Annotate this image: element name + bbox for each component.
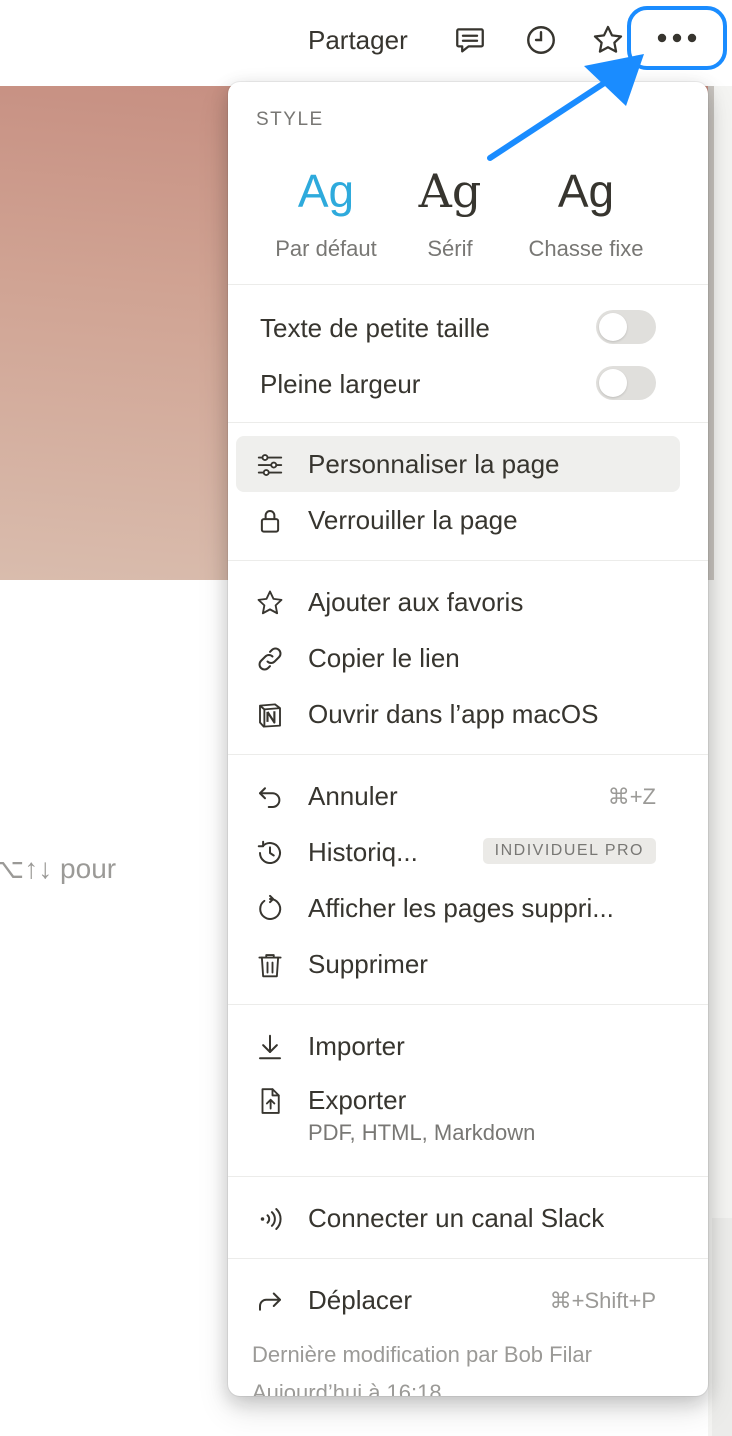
trash-icon (254, 949, 286, 981)
plan-badge: INDIVIDUEL PRO (482, 838, 656, 864)
page-options-menu: STYLE Ag Par défaut Ag Sérif Ag Chasse f… (228, 82, 708, 1396)
menu-item-copy-link[interactable]: Copier le lien (236, 630, 680, 686)
clock-icon[interactable] (521, 20, 561, 60)
menu-divider (228, 422, 708, 423)
more-options-button[interactable] (627, 6, 727, 70)
menu-item-label: Supprimer (308, 949, 428, 979)
restore-icon (254, 893, 286, 925)
menu-item-history[interactable]: Historiq... INDIVIDUEL PRO (236, 824, 680, 880)
undo-icon (254, 781, 286, 813)
page-placeholder-hint: ⌥↑↓ pour (0, 852, 116, 885)
menu-item-lock-page[interactable]: Verrouiller la page (236, 492, 680, 548)
toggle-row-full-width: Pleine largeur (228, 356, 708, 412)
menu-item-move[interactable]: Déplacer ⌘+Shift+P (236, 1272, 680, 1328)
notion-logo-icon (254, 699, 286, 731)
style-option-serif[interactable]: Ag Sérif (380, 152, 520, 262)
menu-divider (228, 1258, 708, 1259)
menu-item-label: Déplacer (308, 1285, 413, 1315)
menu-item-label: Ouvrir dans l’app macOS (308, 699, 599, 729)
more-horizontal-icon (657, 33, 697, 43)
keyboard-shortcut: ⌘+Shift+P (549, 1288, 656, 1313)
star-icon (254, 587, 286, 619)
menu-item-connect-slack[interactable]: Connecter un canal Slack (236, 1190, 680, 1246)
style-section-label: STYLE (256, 109, 324, 130)
style-preview: Ag (557, 165, 615, 217)
toggle-label: Texte de petite taille (260, 313, 490, 343)
slack-broadcast-icon (254, 1203, 286, 1235)
menu-item-undo[interactable]: Annuler ⌘+Z (236, 768, 680, 824)
last-edited-by: Dernière modification par Bob Filar (252, 1342, 592, 1367)
menu-item-label: Afficher les pages suppri... (308, 893, 614, 923)
menu-item-label: Ajouter aux favoris (308, 587, 524, 617)
style-preview: Ag (297, 165, 355, 217)
menu-item-label: Verrouiller la page (308, 505, 518, 535)
toggle-label: Pleine largeur (260, 369, 421, 399)
menu-divider (228, 1176, 708, 1177)
menu-item-import[interactable]: Importer (236, 1018, 680, 1074)
menu-item-label: Copier le lien (308, 643, 460, 673)
menu-item-label: Importer (308, 1031, 405, 1061)
menu-item-open-macos-app[interactable]: Ouvrir dans l’app macOS (236, 686, 680, 742)
style-preview: Ag (418, 164, 482, 218)
full-width-toggle[interactable] (596, 366, 656, 400)
hint-text: pour (60, 853, 117, 884)
style-option-default[interactable]: Ag Par défaut (256, 152, 396, 262)
sliders-icon (254, 449, 286, 481)
toggle-row-small-text: Texte de petite taille (228, 300, 708, 356)
share-button[interactable]: Partager (300, 18, 416, 62)
star-icon[interactable] (588, 20, 628, 60)
menu-divider (228, 560, 708, 561)
history-icon (254, 837, 286, 869)
menu-item-label: Exporter (308, 1085, 407, 1115)
comment-icon[interactable] (450, 20, 490, 60)
menu-item-label: Annuler (308, 781, 398, 811)
style-caption: Par défaut (275, 236, 377, 261)
small-text-toggle[interactable] (596, 310, 656, 344)
style-caption: Chasse fixe (528, 236, 644, 261)
last-edited-date: Aujourd’hui à 16:18 (252, 1380, 442, 1396)
menu-item-label: Historiq... (308, 837, 418, 867)
top-bar: Partager (0, 0, 732, 80)
menu-item-label: Connecter un canal Slack (308, 1203, 605, 1233)
menu-item-customize-page[interactable]: Personnaliser la page (236, 436, 680, 492)
move-arrow-icon (254, 1285, 286, 1317)
hint-shortcut: ⌥↑↓ (0, 853, 53, 884)
lock-icon (254, 505, 286, 537)
style-caption: Sérif (427, 236, 473, 261)
keyboard-shortcut: ⌘+Z (607, 784, 656, 809)
scrollbar-thumb[interactable] (708, 86, 714, 580)
toggle-knob (599, 369, 627, 397)
link-icon (254, 643, 286, 675)
download-icon (254, 1031, 286, 1063)
menu-item-export[interactable]: Exporter PDF, HTML, Markdown (236, 1072, 680, 1156)
export-file-icon (254, 1085, 286, 1117)
toggle-knob (599, 313, 627, 341)
menu-item-label: Personnaliser la page (308, 449, 560, 479)
menu-divider (228, 754, 708, 755)
menu-item-sublabel: PDF, HTML, Markdown (308, 1120, 536, 1145)
menu-divider (228, 284, 708, 285)
menu-item-add-favorites[interactable]: Ajouter aux favoris (236, 574, 680, 630)
menu-item-show-deleted-pages[interactable]: Afficher les pages suppri... (236, 880, 680, 936)
style-option-mono[interactable]: Ag Chasse fixe (510, 152, 662, 262)
page: ⌥↑↓ pour Partager STYLE Ag Par défaut Ag… (0, 0, 732, 1436)
menu-item-delete[interactable]: Supprimer (236, 936, 680, 992)
side-panel-edge (712, 1218, 732, 1436)
menu-divider (228, 1004, 708, 1005)
